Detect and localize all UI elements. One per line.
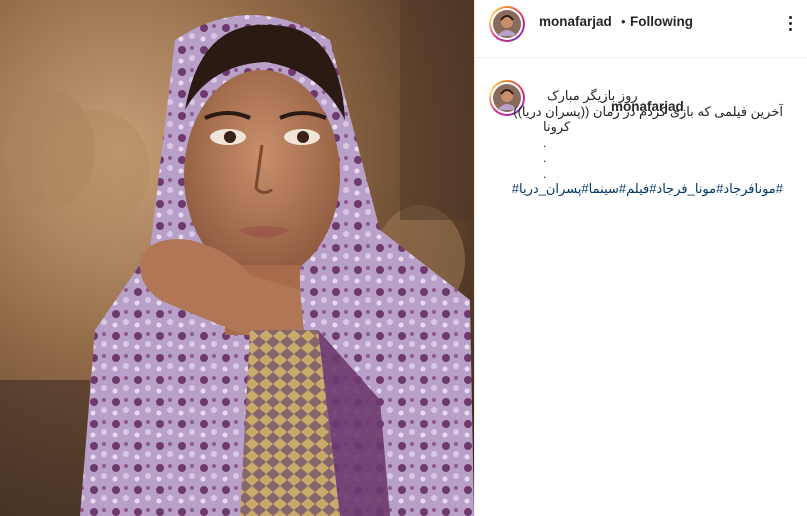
post-header: monafarjad • Following xyxy=(475,0,807,58)
header-username[interactable]: monafarjad xyxy=(539,14,612,29)
following-button[interactable]: Following xyxy=(630,14,693,29)
post-photo[interactable] xyxy=(0,0,474,516)
caption-dot-1: . xyxy=(543,134,547,150)
caption-dot-3: . xyxy=(543,165,547,181)
post-side-panel: monafarjad • Following monafarjad روز با… xyxy=(474,0,807,516)
portrait-image xyxy=(0,0,474,516)
more-options-icon[interactable] xyxy=(789,16,793,34)
caption-username[interactable]: monafarjad xyxy=(611,99,684,115)
instagram-post: monafarjad • Following monafarjad روز با… xyxy=(0,0,807,516)
avatar-icon xyxy=(493,10,521,38)
caption-text: monafarjad روز بازیگر مبارک آخرین فیلمی … xyxy=(512,88,783,197)
caption-line-3: کرونا xyxy=(543,119,571,134)
caption-hashtags[interactable]: #مونافرجاد#مونا_فرجاد#فیلم#سینما#پسران_د… xyxy=(512,181,783,197)
header-separator: • xyxy=(621,14,626,29)
caption-dot-2: . xyxy=(543,150,547,165)
avatar[interactable] xyxy=(489,6,525,42)
